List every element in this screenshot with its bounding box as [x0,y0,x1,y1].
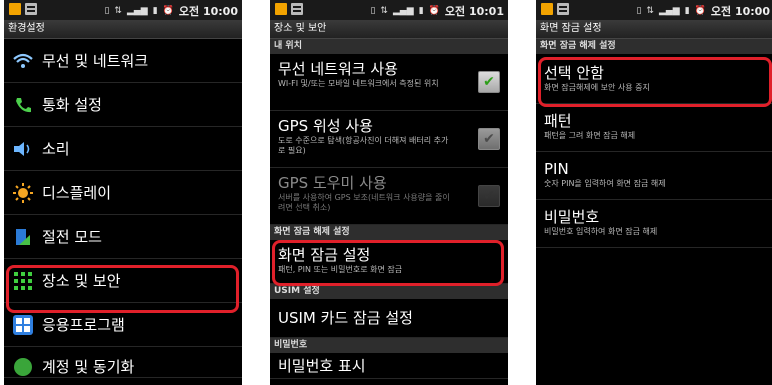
alarm-icon: ⏰ [694,6,706,16]
menu-item-call-settings[interactable]: 통화 설정 [4,83,242,127]
option-title: 패턴 [544,112,572,130]
menu-item-label: 응용프로그램 [42,316,125,334]
checkbox-gps[interactable]: ✔ [478,128,500,150]
section-header-password: 비밀번호 [270,338,508,353]
speaker-icon [12,139,34,159]
signal-icon: ▂▄▆ [658,6,680,16]
setting-screen-lock[interactable]: 화면 잠금 설정 패턴, PIN 또는 비밀번호로 화면 잠금 [270,240,508,284]
notification-icon [541,3,553,15]
checkbox-wireless-location[interactable]: ✔ [478,71,500,93]
option-summary: 비밀번호 입력하여 화면 잠금 해제 [544,227,658,236]
clock: 오전 10:00 [710,5,770,18]
menu-item-label: 장소 및 보안 [42,272,121,290]
clock: 오전 10:01 [444,5,504,18]
menu-item-label: 디스플레이 [42,184,112,202]
setting-title: USIM 카드 잠금 설정 [278,308,413,327]
menu-notification-icon [25,3,37,15]
setting-wireless-location[interactable]: 무선 네트워크 사용 WI-FI 및/또는 모바일 네트워크에서 측정된 위치 … [270,54,508,111]
setting-summary: 패턴, PIN 또는 비밀번호로 화면 잠금 [278,265,403,274]
section-header-screen-unlock: 화면 잠금 해제 설정 [270,225,508,240]
power-saving-icon [12,227,34,247]
option-summary: 화면 잠금해제에 보안 사용 중지 [544,83,650,92]
menu-item-location-security[interactable]: 장소 및 보안 [4,259,242,303]
clock: 오전 10:00 [178,5,238,18]
apps-icon [12,314,34,335]
menu-notification-icon [291,3,303,15]
wifi-icon [12,51,34,71]
alarm-icon: ⏰ [162,6,174,16]
setting-title: GPS 위성 사용 [278,117,373,135]
checkbox-gps-assist: ✔ [478,185,500,207]
vibrate-icon: ▯ [104,6,110,16]
page-title: 장소 및 보안 [270,20,508,39]
screen-lock-screen: ▯ ⇅ ▂▄▆ ▮ ⏰ 오전 10:00 화면 잠금 설정 화면 잠금 해제 설… [536,0,772,385]
setting-password-visible[interactable]: 비밀번호 표시 [270,353,508,379]
option-title: 비밀번호 [544,208,600,226]
setting-usim-lock[interactable]: USIM 카드 잠금 설정 [270,299,508,338]
status-bar: ▯ ⇅ ▂▄▆ ▮ ⏰ 오전 10:01 [270,0,508,20]
menu-item-label: 절전 모드 [42,228,102,246]
setting-title: GPS 도우미 사용 [278,174,387,192]
vibrate-icon: ▯ [370,6,376,16]
setting-summary: 서버를 사용하여 GPS 보조(네트워크 사용량을 줄이려면 선택 취소) [278,193,450,212]
menu-item-label: 무선 및 네트워크 [42,52,149,70]
location-security-icon [12,271,34,291]
vibrate-icon: ▯ [636,6,642,16]
notification-icon [9,3,21,15]
page-title: 화면 잠금 설정 [536,20,772,39]
option-none[interactable]: 선택 안함 화면 잠금해제에 보안 사용 중지 [536,54,772,104]
phone-icon [12,95,34,115]
location-security-screen: ▯ ⇅ ▂▄▆ ▮ ⏰ 오전 10:01 장소 및 보안 내 위치 무선 네트워… [270,0,508,385]
battery-icon: ▮ [684,6,690,16]
option-pin[interactable]: PIN 숫자 PIN을 입력하여 화면 잠금 해제 [536,152,772,200]
battery-icon: ▮ [418,6,424,16]
alarm-icon: ⏰ [428,6,440,16]
menu-notification-icon [557,3,569,15]
setting-summary: 도로 수준으로 탐색(항공사진이 더해져 배터리 추가로 필요) [278,136,449,155]
option-title: 선택 안함 [544,64,604,82]
section-header-usim: USIM 설정 [270,284,508,299]
setting-gps-assist: GPS 도우미 사용 서버를 사용하여 GPS 보조(네트워크 사용량을 줄이려… [270,168,508,225]
status-bar: ▯ ⇅ ▂▄▆ ▮ ⏰ 오전 10:00 [536,0,772,20]
setting-title: 화면 잠금 설정 [278,246,371,264]
option-title: PIN [544,160,569,178]
signal-icon: ▂▄▆ [126,6,148,16]
status-bar: ▯ ⇅ ▂▄▆ ▮ ⏰ 오전 10:00 [4,0,242,20]
data-icon: ⇅ [380,6,388,16]
menu-item-label: 계정 및 동기화 [42,358,135,376]
option-summary: 패턴을 그려 화면 잠금 해제 [544,131,636,140]
data-icon: ⇅ [114,6,122,16]
notification-icon [275,3,287,15]
setting-title: 비밀번호 표시 [278,357,366,375]
sync-icon [12,357,34,377]
menu-item-label: 통화 설정 [42,96,102,114]
menu-item-power-saving[interactable]: 절전 모드 [4,215,242,259]
menu-item-accounts-sync[interactable]: 계정 및 동기화 [4,347,242,378]
settings-screen: ▯ ⇅ ▂▄▆ ▮ ⏰ 오전 10:00 환경설정 무선 및 네트워크 통화 설… [4,0,242,385]
option-password[interactable]: 비밀번호 비밀번호 입력하여 화면 잠금 해제 [536,200,772,248]
menu-item-display[interactable]: 디스플레이 [4,171,242,215]
battery-icon: ▮ [152,6,158,16]
section-header-my-location: 내 위치 [270,39,508,54]
page-title: 환경설정 [4,20,242,39]
data-icon: ⇅ [646,6,654,16]
setting-gps[interactable]: GPS 위성 사용 도로 수준으로 탐색(항공사진이 더해져 배터리 추가로 필… [270,111,508,168]
setting-title: 무선 네트워크 사용 [278,60,398,78]
section-header-screen-unlock: 화면 잠금 해제 설정 [536,39,772,54]
setting-summary: WI-FI 및/또는 모바일 네트워크에서 측정된 위치 [278,79,439,88]
menu-item-wireless[interactable]: 무선 및 네트워크 [4,39,242,83]
option-pattern[interactable]: 패턴 패턴을 그려 화면 잠금 해제 [536,104,772,152]
brightness-icon [12,182,34,203]
menu-item-sound[interactable]: 소리 [4,127,242,171]
menu-item-label: 소리 [42,140,70,158]
option-summary: 숫자 PIN을 입력하여 화면 잠금 해제 [544,179,666,188]
menu-item-applications[interactable]: 응용프로그램 [4,303,242,347]
signal-icon: ▂▄▆ [392,6,414,16]
